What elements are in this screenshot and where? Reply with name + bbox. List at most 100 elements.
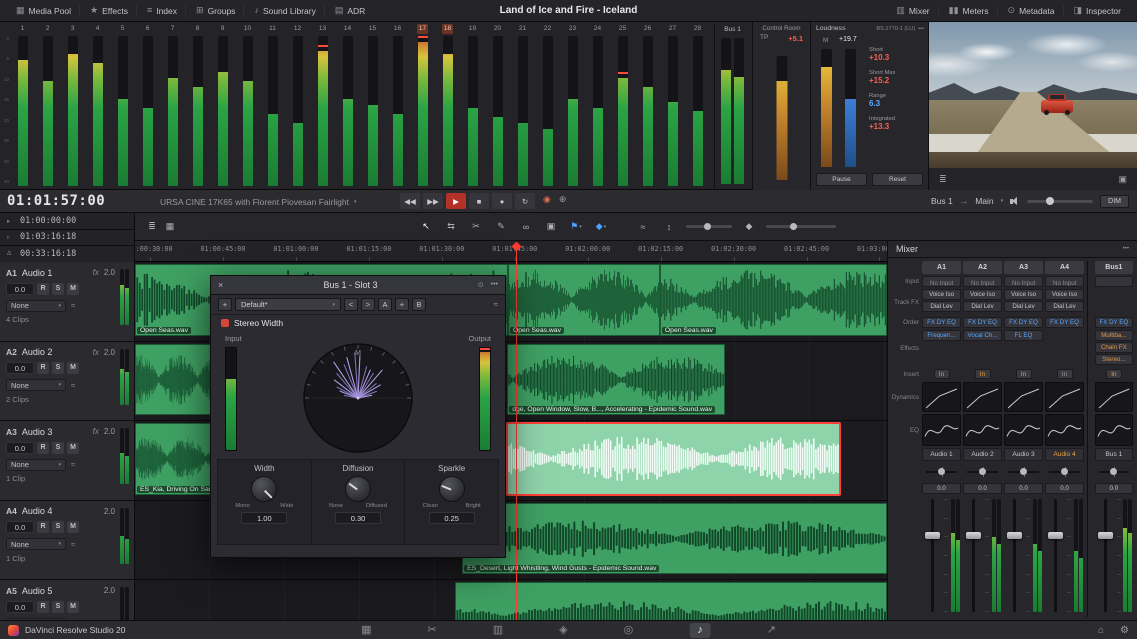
dynamics-graph[interactable] xyxy=(1095,382,1133,412)
knob-value[interactable]: 0.30 xyxy=(335,512,381,524)
insert-in-button[interactable]: In xyxy=(934,369,950,379)
fader-handle[interactable] xyxy=(1098,532,1113,539)
vertical-zoom-slider[interactable] xyxy=(766,225,836,228)
solo-button[interactable]: S xyxy=(52,442,64,454)
track-fx-chip[interactable]: Dial Lev xyxy=(922,301,961,312)
pan-control[interactable] xyxy=(1045,463,1084,481)
adr-button[interactable]: ▤ADR xyxy=(327,4,373,18)
meters-button[interactable]: ▮▮Meters xyxy=(941,4,998,18)
timeline-ruler[interactable]: 01:00:30:0001:00:45:0001:01:00:0001:01:1… xyxy=(135,241,887,262)
solo-button[interactable]: S xyxy=(52,521,64,533)
track-input-dropdown[interactable]: None▾ xyxy=(6,459,66,471)
fusion-page-button[interactable]: ◈ xyxy=(559,625,567,636)
pan-control[interactable] xyxy=(1004,463,1043,481)
fairlight-page-button[interactable]: ♪ xyxy=(689,623,711,638)
strip-order[interactable]: FX DY EQ xyxy=(922,317,961,328)
settings-gear-icon[interactable]: ⚙ xyxy=(1120,625,1129,636)
effect-chip[interactable]: Frequen... xyxy=(922,330,961,341)
sound-library-button[interactable]: ♪Sound Library xyxy=(246,4,324,18)
loudness-menu-icon[interactable]: ••• xyxy=(918,26,924,32)
track-volume-value[interactable]: 0.0 xyxy=(6,283,34,295)
audio-clip[interactable]: ES_Desert, Light Whistling, Wind Gusts -… xyxy=(462,503,887,575)
dynamics-graph[interactable] xyxy=(922,382,961,412)
stop-button[interactable]: ■ xyxy=(469,193,489,209)
play-button[interactable]: ▶ xyxy=(446,193,466,209)
fader-handle[interactable] xyxy=(1007,532,1022,539)
dynamics-graph[interactable] xyxy=(1045,382,1084,412)
strip-input[interactable]: No Input xyxy=(1045,276,1084,287)
strip-order[interactable]: FX DY EQ xyxy=(1004,317,1043,328)
effect-chip[interactable]: Vocal Ch... xyxy=(963,330,1002,341)
eq-graph[interactable] xyxy=(922,414,961,446)
effects-button[interactable]: ★Effects xyxy=(82,4,137,18)
track-fx-chip[interactable]: Voice Iso xyxy=(1004,289,1043,300)
record-arm-button[interactable]: R xyxy=(37,362,49,374)
audio-clip[interactable]: ES_Kia, Driving On Sand xyxy=(135,423,215,495)
knob-value[interactable]: 0.25 xyxy=(429,512,475,524)
fader-value[interactable]: 0.0 xyxy=(1004,483,1043,494)
effect-chip[interactable]: FL EQ xyxy=(1004,330,1043,341)
solo-button[interactable]: S xyxy=(52,362,64,374)
track-volume-value[interactable]: 0.0 xyxy=(6,442,34,454)
sparkle-knob[interactable] xyxy=(439,476,465,502)
eq-graph[interactable] xyxy=(1095,414,1133,446)
record-arm-button[interactable]: R xyxy=(37,283,49,295)
fx-enabled-icon[interactable] xyxy=(221,319,229,327)
track-fx-chip[interactable]: Dial Lev xyxy=(963,301,1002,312)
strip-name[interactable]: Audio 4 xyxy=(1045,448,1084,461)
fader-handle[interactable] xyxy=(925,532,940,539)
prev-preset-button[interactable]: < xyxy=(344,298,358,311)
edit-page-button[interactable]: ▥ xyxy=(493,625,503,636)
track-volume-value[interactable]: 0.0 xyxy=(6,521,34,533)
strip-order[interactable]: FX DY EQ xyxy=(1045,317,1084,328)
project-home-icon[interactable]: ⌂ xyxy=(1098,625,1104,636)
metadata-button[interactable]: ⊙Metadata xyxy=(1000,4,1064,18)
fader-value[interactable]: 0.0 xyxy=(1095,483,1133,494)
strip-name[interactable]: Audio 1 xyxy=(922,448,961,461)
speaker-icon[interactable] xyxy=(1010,197,1020,206)
mute-button[interactable]: M xyxy=(67,521,79,533)
inspector-button[interactable]: ◨Inspector xyxy=(1066,4,1129,18)
strip-order[interactable]: FX DY EQ xyxy=(1095,317,1133,328)
volume-knob[interactable] xyxy=(1046,197,1054,205)
track-fx-chip[interactable]: Voice Iso xyxy=(1045,289,1084,300)
pause-button[interactable]: Pause xyxy=(816,173,867,186)
mute-button[interactable]: M xyxy=(67,442,79,454)
strip-order[interactable]: FX DY EQ xyxy=(963,317,1002,328)
cut-page-button[interactable]: ✂ xyxy=(427,625,436,636)
effect-chip[interactable]: Stereo... xyxy=(1095,354,1133,365)
eq-graph[interactable] xyxy=(1045,414,1084,446)
track-index-icon[interactable]: ≣ xyxy=(143,218,161,236)
fader-value[interactable]: 0.0 xyxy=(963,483,1002,494)
eq-graph[interactable] xyxy=(963,414,1002,446)
solo-button[interactable]: S xyxy=(52,283,64,295)
strip-input[interactable] xyxy=(1095,276,1133,287)
track-volume-value[interactable]: 0.0 xyxy=(6,362,34,374)
audio-clip[interactable] xyxy=(455,582,887,620)
solo-button[interactable]: S xyxy=(52,601,64,613)
track-fx-chip[interactable]: Voice Iso xyxy=(922,289,961,300)
loop-button[interactable]: ↻ xyxy=(515,193,535,209)
media-pool-button[interactable]: ▦Media Pool xyxy=(8,4,80,18)
strip-name[interactable]: Audio 3 xyxy=(1004,448,1043,461)
strip-name[interactable]: Bus 1 xyxy=(1095,448,1133,461)
fader-handle[interactable] xyxy=(966,532,981,539)
slider-handle[interactable] xyxy=(704,223,711,230)
frame-view-button[interactable]: ▣ xyxy=(542,218,560,236)
effect-chip[interactable]: Chain FX xyxy=(1095,342,1133,353)
audio-clip[interactable] xyxy=(507,423,840,495)
insert-in-button[interactable]: In xyxy=(1106,369,1122,379)
pan-knob[interactable] xyxy=(1020,468,1027,475)
track-fx-chip[interactable]: Voice Iso xyxy=(963,289,1002,300)
pan-knob[interactable] xyxy=(979,468,986,475)
timeline-view-icon[interactable]: ▦ xyxy=(161,218,179,236)
groups-button[interactable]: ⊞Groups xyxy=(188,4,244,18)
next-preset-button[interactable]: > xyxy=(361,298,375,311)
link-groups-button[interactable]: ⊕ xyxy=(559,194,567,205)
dynamics-graph[interactable] xyxy=(963,382,1002,412)
range-selection-tool[interactable]: ⇆ xyxy=(442,218,460,236)
mute-button[interactable]: M xyxy=(67,283,79,295)
compare-a-button[interactable]: A xyxy=(378,298,392,311)
pan-control[interactable] xyxy=(963,463,1002,481)
strip-input[interactable]: No Input xyxy=(963,276,1002,287)
